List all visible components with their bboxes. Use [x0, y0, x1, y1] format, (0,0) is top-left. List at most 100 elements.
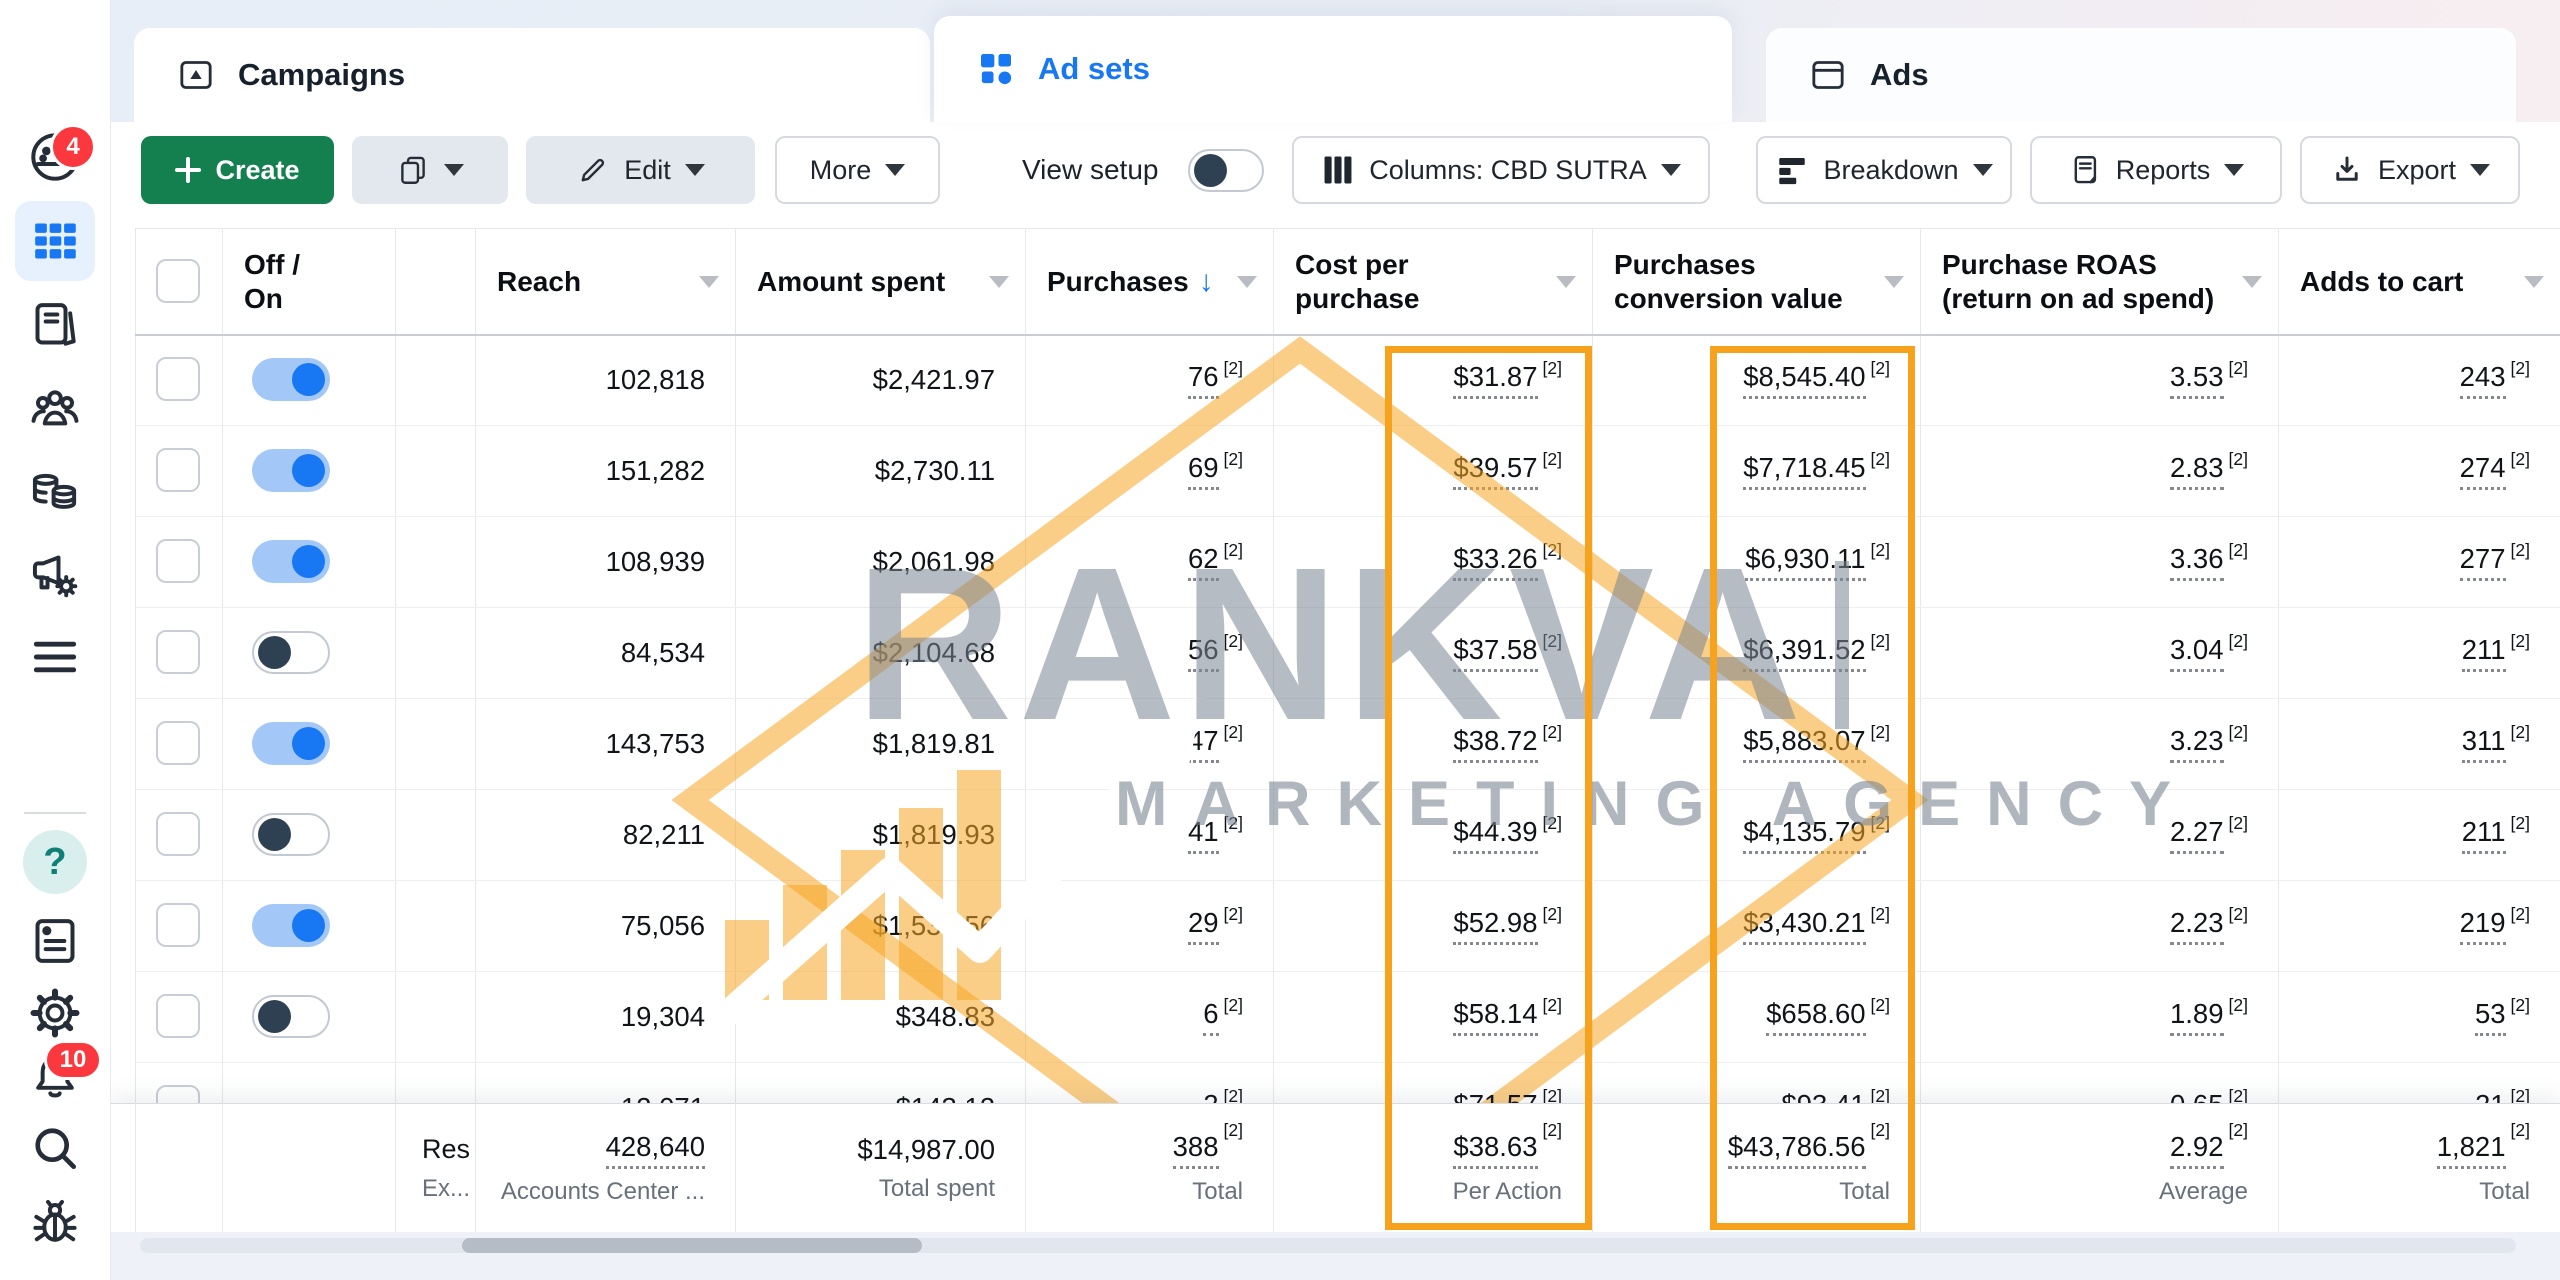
header-menu-caret[interactable] — [989, 275, 1009, 288]
sidebar-item-search[interactable] — [27, 1120, 83, 1176]
export-button[interactable]: Export — [2300, 136, 2520, 204]
sidebar-item-all-tools[interactable] — [27, 629, 83, 685]
view-setup-toggle[interactable] — [1188, 149, 1264, 192]
metric-value[interactable]: $31.87 — [1453, 361, 1538, 399]
row-checkbox[interactable] — [156, 721, 200, 765]
footer-total-value[interactable]: 428,640 — [605, 1131, 705, 1169]
row-toggle[interactable] — [252, 995, 330, 1038]
header-menu-caret[interactable] — [699, 275, 719, 288]
tab-campaigns[interactable]: Campaigns — [134, 28, 930, 122]
footer-total-value[interactable]: $38.63 — [1453, 1131, 1538, 1169]
column-header-cpp[interactable]: Cost per purchase — [1273, 228, 1592, 335]
metric-value[interactable]: 311 — [2461, 725, 2506, 763]
footer-total-value[interactable]: $43,786.56 — [1727, 1131, 1866, 1169]
footer-total-value[interactable]: 388 — [1172, 1131, 1219, 1169]
create-button[interactable]: Create — [141, 136, 334, 204]
metric-value[interactable]: $8,545.40 — [1743, 361, 1866, 399]
metric-value[interactable]: 3.23 — [2170, 725, 2224, 763]
metric-value[interactable]: 41 — [1187, 816, 1219, 854]
metric-value[interactable]: $6,391.52 — [1743, 634, 1866, 672]
row-toggle[interactable] — [252, 813, 330, 856]
metric-value[interactable]: 2.83 — [2170, 452, 2224, 490]
header-menu-caret[interactable] — [2524, 275, 2544, 288]
sidebar-item-report-bug[interactable] — [27, 1194, 83, 1250]
tab-ads[interactable]: Ads — [1766, 28, 2516, 122]
sidebar-item-pages[interactable] — [27, 297, 83, 353]
breakdown-button[interactable]: Breakdown — [1756, 136, 2012, 204]
metric-value[interactable]: $7,718.45 — [1743, 452, 1866, 490]
footer-total-value[interactable]: 1,821 — [2436, 1131, 2506, 1169]
row-toggle[interactable] — [252, 722, 330, 765]
header-menu-caret[interactable] — [1884, 275, 1904, 288]
metric-value[interactable]: 211 — [2461, 634, 2506, 672]
metric-value[interactable]: $44.39 — [1453, 816, 1538, 854]
row-checkbox[interactable] — [156, 994, 200, 1038]
metric-value[interactable]: 274 — [2459, 452, 2506, 490]
row-toggle[interactable] — [252, 904, 330, 947]
row-checkbox[interactable] — [156, 357, 200, 401]
more-button[interactable]: More — [775, 136, 940, 204]
row-toggle[interactable] — [252, 631, 330, 674]
row-toggle[interactable] — [252, 358, 330, 401]
metric-value[interactable]: $3,430.21 — [1743, 907, 1866, 945]
metric-value[interactable]: 211 — [2461, 816, 2506, 854]
column-header-purchases[interactable]: Purchases ↓ — [1025, 228, 1273, 335]
tab-ad-sets[interactable]: Ad sets — [934, 16, 1732, 122]
metric-value[interactable]: 62 — [1187, 543, 1219, 581]
metric-value[interactable]: $39.57 — [1453, 452, 1538, 490]
metric-value[interactable]: $93.41 — [1781, 1089, 1865, 1104]
metric-value[interactable]: 277 — [2459, 543, 2506, 581]
row-checkbox[interactable] — [156, 1085, 200, 1103]
header-menu-caret[interactable] — [2242, 275, 2262, 288]
metric-value[interactable]: $71.57 — [1453, 1089, 1537, 1104]
sidebar-item-updates[interactable] — [27, 913, 83, 969]
metric-value[interactable]: 76 — [1187, 361, 1219, 399]
reports-button[interactable]: Reports — [2030, 136, 2282, 204]
edit-button[interactable]: Edit — [526, 136, 755, 204]
metric-value[interactable]: 56 — [1187, 634, 1219, 672]
sidebar-item-campaigns-active[interactable] — [15, 201, 95, 281]
metric-value[interactable]: 2.27 — [2170, 816, 2224, 854]
column-header-pcv[interactable]: Purchases conversion value — [1592, 228, 1920, 335]
metric-value[interactable]: $58.14 — [1453, 998, 1538, 1036]
metric-value[interactable]: 47 — [1187, 725, 1219, 763]
metric-value[interactable]: 2.23 — [2170, 907, 2224, 945]
metric-value[interactable]: 0.65 — [2170, 1089, 2224, 1104]
footer-total-value[interactable]: 2.92 — [2170, 1131, 2224, 1169]
metric-value[interactable]: $52.98 — [1453, 907, 1538, 945]
row-toggle[interactable] — [252, 449, 330, 492]
metric-value[interactable]: $658.60 — [1766, 998, 1866, 1036]
metric-value[interactable]: $37.58 — [1453, 634, 1538, 672]
column-header-spent[interactable]: Amount spent — [735, 228, 1025, 335]
sidebar-item-settings[interactable] — [27, 985, 83, 1041]
horizontal-scrollbar-thumb[interactable] — [462, 1238, 922, 1253]
header-menu-caret[interactable] — [1237, 275, 1257, 288]
metric-value[interactable]: 3.04 — [2170, 634, 2224, 672]
metric-value[interactable]: 69 — [1187, 452, 1219, 490]
duplicate-button[interactable] — [352, 136, 508, 204]
metric-value[interactable]: 1.89 — [2170, 998, 2224, 1036]
metric-value[interactable]: 21 — [2475, 1089, 2506, 1104]
metric-value[interactable]: 6 — [1203, 998, 1219, 1036]
row-checkbox[interactable] — [156, 630, 200, 674]
sidebar-item-billing[interactable] — [27, 464, 83, 520]
metric-value[interactable]: $33.26 — [1453, 543, 1538, 581]
header-menu-caret[interactable] — [1556, 275, 1576, 288]
column-header-reach[interactable]: Reach — [475, 228, 735, 335]
row-checkbox[interactable] — [156, 812, 200, 856]
metric-value[interactable]: $4,135.79 — [1743, 816, 1866, 854]
metric-value[interactable]: 3.53 — [2170, 361, 2224, 399]
row-checkbox[interactable] — [156, 903, 200, 947]
row-checkbox[interactable] — [156, 448, 200, 492]
column-header-roas[interactable]: Purchase ROAS (return on ad spend) — [1920, 228, 2278, 335]
sidebar-item-help[interactable]: ? — [23, 830, 87, 894]
row-checkbox[interactable] — [156, 539, 200, 583]
metric-value[interactable]: 219 — [2459, 907, 2506, 945]
select-all-checkbox[interactable] — [156, 259, 200, 303]
row-toggle[interactable] — [252, 540, 330, 583]
metric-value[interactable]: 243 — [2459, 361, 2506, 399]
metric-value[interactable]: 2 — [1203, 1089, 1218, 1104]
columns-button[interactable]: Columns: CBD SUTRA — [1292, 136, 1710, 204]
sidebar-item-ads-settings[interactable] — [27, 547, 83, 603]
sidebar-item-audiences[interactable] — [27, 380, 83, 436]
